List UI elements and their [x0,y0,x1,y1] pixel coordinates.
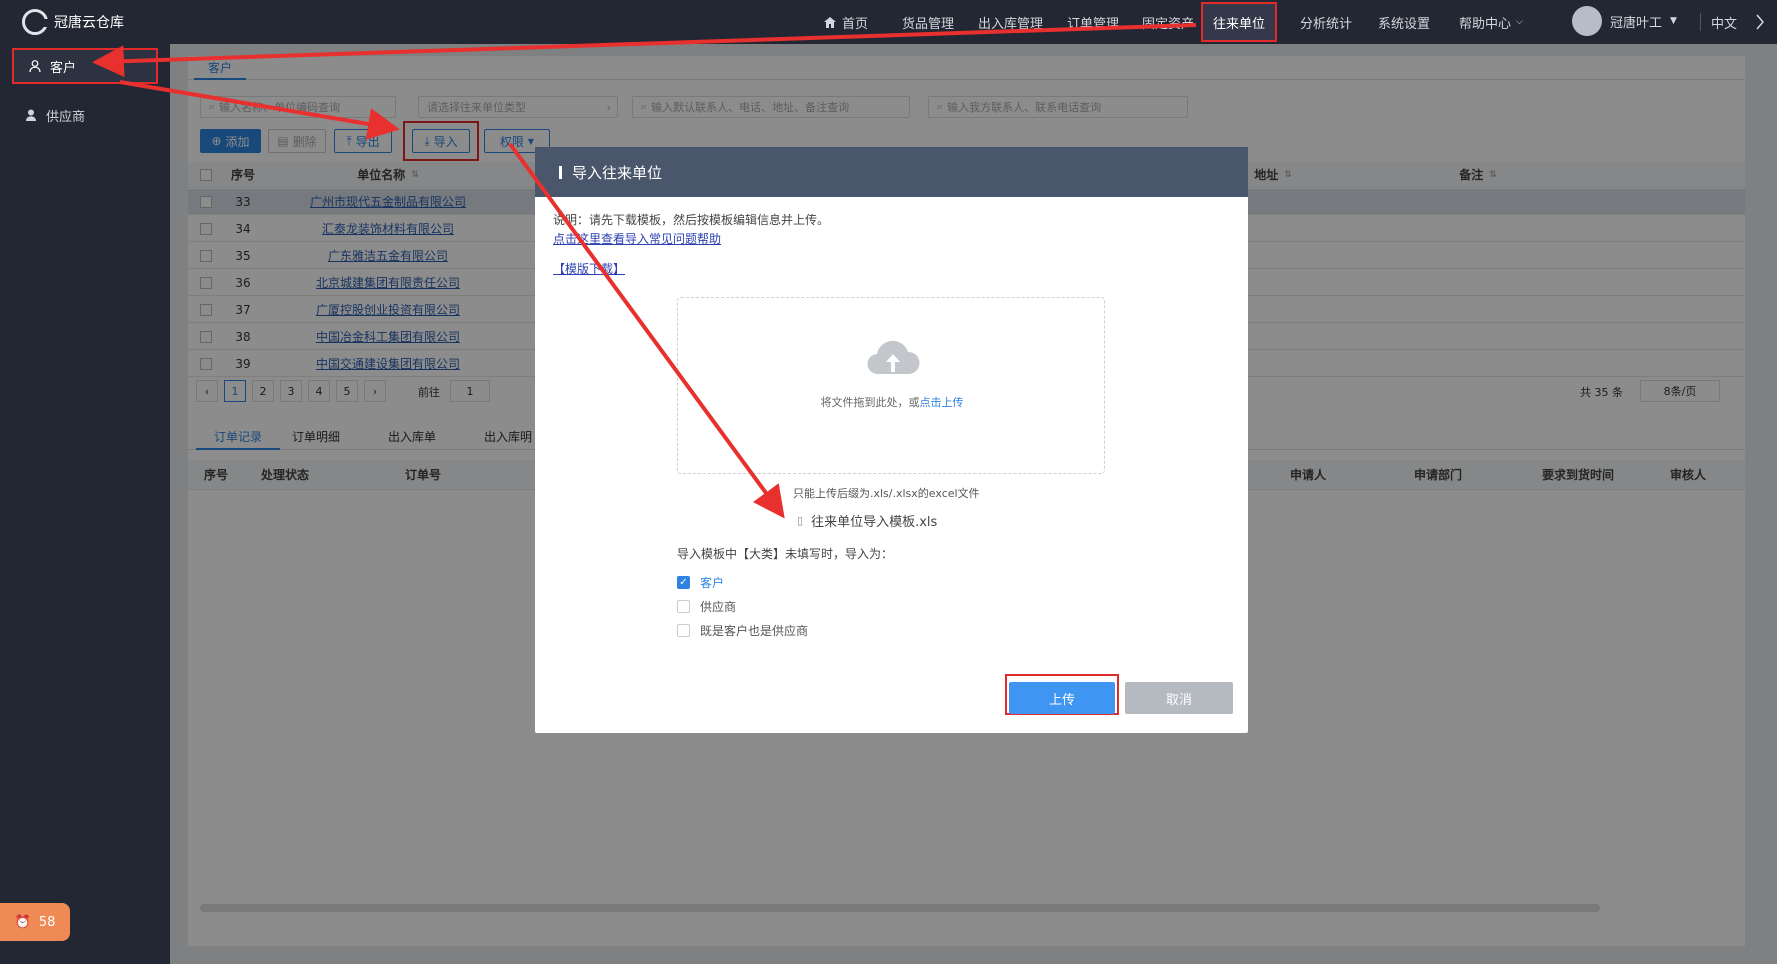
chevron-down-icon: ⌵ [1516,17,1523,27]
sidebar: 冠唐云仓库 客户 供应商 [0,0,170,964]
nav-item-help[interactable]: 帮助中心 ⌵ [1459,0,1523,44]
user-menu[interactable]: 冠唐叶工 ▼ [1572,6,1677,36]
app-logo[interactable]: 冠唐云仓库 [0,0,170,44]
caret-down-icon: ▼ [1670,16,1677,26]
nav-item-home[interactable]: 首页 [823,0,868,44]
sidebar-item-supplier[interactable]: 供应商 [0,94,170,136]
sidebar-item-label: 客户 [50,60,77,76]
option-both[interactable]: 既是客户也是供应商 [677,622,808,639]
nav-item-assets[interactable]: 固定资产 [1142,0,1194,44]
user-outline-icon [29,60,41,73]
nav-item-goods[interactable]: 货品管理 [902,0,954,44]
document-icon: ▯ [797,514,804,527]
default-type-label: 导入模板中【大类】未填写时，导入为： [677,547,894,561]
drop-text: 将文件拖到此处，或 [820,396,920,409]
notification-badge[interactable]: ⏰ 58 [0,903,70,941]
dialog-title: 导入往来单位 [572,163,663,182]
nav-item-orders[interactable]: 订单管理 [1067,0,1119,44]
dialog-header: 导入往来单位 [535,147,1248,197]
file-type-hint: 只能上传后缀为.xls/.xlsx的excel文件 [793,487,980,500]
checkbox-checked-icon[interactable]: ✓ [677,576,690,589]
click-upload-link[interactable]: 点击上传 [920,396,964,409]
title-bar-icon [559,165,562,179]
logo-text: 冠唐云仓库 [54,15,124,31]
sidebar-item-label: 供应商 [46,109,86,125]
user-solid-icon [26,109,36,121]
checkbox-icon[interactable] [677,600,690,613]
home-icon [824,16,836,28]
option-customer[interactable]: ✓ 客户 [677,574,724,591]
nav-item-partners[interactable]: 往来单位 [1201,2,1278,42]
dialog-instruction: 说明：请先下载模板，然后按模板编辑信息并上传。 [553,213,830,227]
nav-item-settings[interactable]: 系统设置 [1378,0,1430,44]
option-supplier[interactable]: 供应商 [677,598,736,615]
checkbox-icon[interactable] [677,624,690,637]
sidebar-item-customer[interactable]: 客户 [12,48,158,84]
top-navbar: 首页 货品管理 出入库管理 订单管理 固定资产 往来单位 分析统计 系统设置 帮… [170,0,1777,44]
file-dropzone[interactable]: 将文件拖到此处，或点击上传 [677,297,1105,474]
cancel-button[interactable]: 取消 [1125,682,1233,714]
more-icon[interactable] [1755,0,1765,44]
nav-item-inout[interactable]: 出入库管理 [978,0,1043,44]
import-dialog: 导入往来单位 说明：请先下载模板，然后按模板编辑信息并上传。 点击这里查看导入常… [535,147,1248,733]
user-name: 冠唐叶工 [1610,15,1663,31]
logo-icon [22,9,49,35]
language-switch[interactable]: 中文 [1700,13,1737,32]
avatar [1572,6,1602,36]
help-link[interactable]: 点击这里查看导入常见问题帮助 [553,230,721,247]
nav-item-analytics[interactable]: 分析统计 [1300,0,1352,44]
upload-button[interactable]: 上传 [1009,682,1115,714]
uploaded-file[interactable]: ▯ 往来单位导入模板.xls [797,511,937,530]
template-download-link[interactable]: 【模版下载】 [553,260,625,277]
alarm-icon: ⏰ [14,914,31,930]
cloud-upload-icon [867,340,920,375]
